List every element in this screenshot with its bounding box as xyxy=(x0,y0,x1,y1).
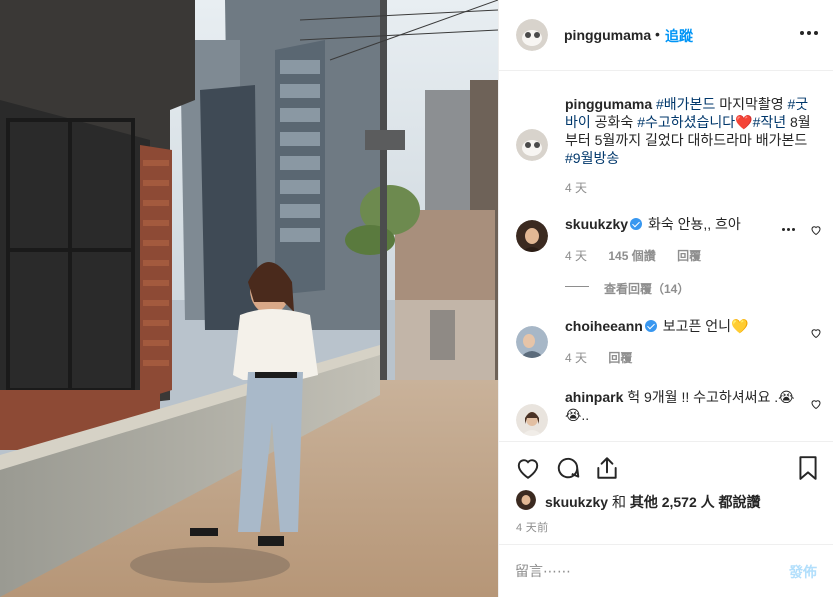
comment-more-icon[interactable] xyxy=(782,228,796,232)
comments-list[interactable]: pinggumama #배가본드 마지막촬영 #굿바이 공화숙 #수고하셨습니다… xyxy=(499,72,833,440)
reply-button[interactable]: 回覆 xyxy=(677,249,701,263)
likes-summary: skuukzky 和 其他 2,572 人 都說讚 xyxy=(545,492,761,512)
comment-likes[interactable]: 145 個讚 xyxy=(608,249,655,263)
post-header: pinggumama • 追蹤 xyxy=(499,0,833,71)
verified-badge-icon xyxy=(644,320,657,332)
hashtag-link[interactable]: #작년 xyxy=(753,114,787,130)
comment-item: choiheeann 보고픈 언니💛 4 天 回覆 xyxy=(499,312,833,372)
commenter-username[interactable]: choiheeann xyxy=(565,318,643,334)
comment-body: 화숙 안뇽,, 흐아 xyxy=(647,216,741,232)
comment-item: ahinpark 헉 9개월 !! 수고하셔써요 .😭😭.. xyxy=(499,384,833,440)
commenter-username[interactable]: skuukzky xyxy=(565,216,628,232)
comment-meta: 4 天 145 個讚 回覆 xyxy=(565,247,719,264)
street-photo-image xyxy=(0,0,498,597)
liker-username[interactable]: skuukzky xyxy=(545,494,608,510)
commenter-avatar[interactable] xyxy=(516,404,548,436)
comment-item: skuukzky 화숙 안뇽,, 흐아 4 天 145 個讚 回覆 查看回覆（1… xyxy=(499,206,833,302)
heart-emoji: ❤️ xyxy=(735,114,753,130)
comment-text: choiheeann 보고픈 언니💛 xyxy=(565,317,805,335)
likes-count[interactable]: 2,572 xyxy=(662,494,697,510)
bookmark-icon[interactable] xyxy=(795,455,821,481)
likes-suffix[interactable]: 人 都說讚 xyxy=(701,494,761,510)
comment-like-heart-icon[interactable] xyxy=(810,224,822,236)
likes-others-label[interactable]: 其他 xyxy=(630,494,658,510)
caption-item: pinggumama #배가본드 마지막촬영 #굿바이 공화숙 #수고하셨습니다… xyxy=(499,92,833,202)
comment-input[interactable] xyxy=(515,561,775,581)
reply-button[interactable]: 回覆 xyxy=(608,351,632,365)
more-options-icon[interactable] xyxy=(800,31,818,37)
share-icon[interactable] xyxy=(594,455,620,481)
comment-like-heart-icon[interactable] xyxy=(810,398,822,410)
hashtag-link[interactable]: #배가본드 xyxy=(656,96,715,112)
comment-icon[interactable] xyxy=(555,455,581,481)
post-side-panel: pinggumama • 追蹤 pinggumama #배가본드 마지막촬영 #… xyxy=(498,0,833,597)
follow-button[interactable]: 追蹤 xyxy=(665,26,693,46)
caption-time[interactable]: 4 天 xyxy=(565,181,587,195)
comment-time[interactable]: 4 天 xyxy=(565,351,587,365)
view-replies-link[interactable]: 查看回覆（14） xyxy=(604,280,689,297)
author-username[interactable]: pinggumama xyxy=(564,27,651,43)
hashtag-link[interactable]: #9월방송 xyxy=(565,150,619,166)
liker-avatar[interactable] xyxy=(516,490,536,510)
post-comment-button[interactable]: 發佈 xyxy=(789,562,817,582)
comment-body: 보고픈 언니💛 xyxy=(662,318,749,334)
heart-icon[interactable] xyxy=(515,455,541,481)
separator-dot: • xyxy=(655,26,660,42)
post-timestamp[interactable]: 4 天前 xyxy=(516,519,548,535)
comment-meta: 4 天 回覆 xyxy=(565,349,650,366)
post-actions: skuukzky 和 其他 2,572 人 都說讚 4 天前 xyxy=(499,441,833,545)
hashtag-link[interactable]: #수고하셨습니다 xyxy=(637,114,735,130)
author-avatar[interactable] xyxy=(516,19,548,51)
verified-badge-icon xyxy=(630,218,643,230)
caption-username[interactable]: pinggumama xyxy=(565,96,652,112)
caption-text-part: 공화숙 xyxy=(590,114,638,130)
commenter-username[interactable]: ahinpark xyxy=(565,389,623,405)
comment-like-heart-icon[interactable] xyxy=(810,327,822,339)
comment-text: ahinpark 헉 9개월 !! 수고하셔써요 .😭😭.. xyxy=(565,388,795,424)
caption-text: pinggumama #배가본드 마지막촬영 #굿바이 공화숙 #수고하셨습니다… xyxy=(565,95,817,167)
comment-text: skuukzky 화숙 안뇽,, 흐아 xyxy=(565,215,805,233)
replies-divider xyxy=(565,286,589,287)
commenter-avatar[interactable] xyxy=(516,220,548,252)
caption-meta: 4 天 xyxy=(565,179,605,196)
post-photo[interactable] xyxy=(0,0,498,597)
caption-text-part: 마지막촬영 xyxy=(715,96,788,112)
comment-composer: 發佈 xyxy=(499,544,833,597)
likes-and-label: 和 xyxy=(611,494,626,510)
commenter-avatar[interactable] xyxy=(516,326,548,358)
caption-avatar[interactable] xyxy=(516,129,548,161)
comment-time[interactable]: 4 天 xyxy=(565,249,587,263)
